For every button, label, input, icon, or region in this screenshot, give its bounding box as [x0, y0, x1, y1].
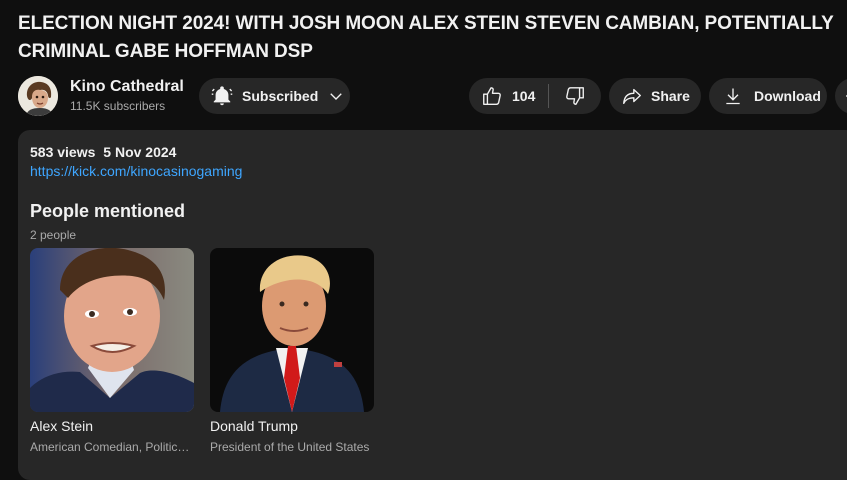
person-card[interactable]: Alex Stein American Comedian, Political … — [30, 248, 194, 454]
owner-row: Kino Cathedral 11.5K subscribers Subscri… — [18, 76, 847, 116]
view-count: 583 views — [30, 144, 96, 160]
person-role: President of the United States — [210, 440, 370, 454]
subscribe-button[interactable]: Subscribed — [199, 78, 350, 114]
download-icon — [723, 86, 743, 106]
person-card[interactable]: Donald Trump President of the United Sta… — [210, 248, 374, 454]
like-dislike-group: 104 — [469, 78, 601, 114]
view-date-line: 583 views 5 Nov 2024 — [30, 144, 176, 160]
person-name: Alex Stein — [30, 418, 94, 434]
person-photo — [30, 248, 194, 412]
channel-name[interactable]: Kino Cathedral — [70, 78, 184, 96]
person-photo — [210, 248, 374, 412]
dislike-button[interactable] — [549, 78, 601, 114]
like-button[interactable]: 104 — [469, 78, 548, 114]
share-button[interactable]: Share — [609, 78, 701, 114]
upload-date: 5 Nov 2024 — [103, 144, 177, 160]
bell-ringing-icon — [211, 85, 233, 107]
share-label: Share — [651, 88, 690, 104]
description-link[interactable]: https://kick.com/kinocasinogaming — [30, 163, 242, 179]
download-label: Download — [754, 88, 821, 104]
video-title: ELECTION NIGHT 2024! WITH JOSH MOON ALEX… — [18, 13, 834, 62]
thumbs-down-icon — [564, 85, 586, 107]
thumbs-up-icon — [481, 85, 503, 107]
share-arrow-icon — [621, 85, 643, 107]
channel-avatar[interactable] — [18, 76, 58, 116]
person-role: American Comedian, Political Commentator — [30, 440, 192, 454]
person-name: Donald Trump — [210, 418, 298, 434]
avatar-illustration — [18, 76, 58, 116]
people-count: 2 people — [30, 228, 77, 242]
chevron-down-icon — [327, 87, 345, 105]
description-panel[interactable]: 583 views 5 Nov 2024 https://kick.com/ki… — [18, 130, 847, 480]
like-count: 104 — [512, 88, 536, 104]
more-actions-button[interactable] — [835, 78, 847, 114]
download-button[interactable]: Download — [709, 78, 827, 114]
people-mentioned-heading: People mentioned — [30, 201, 186, 221]
subscribe-label: Subscribed — [242, 88, 319, 104]
subscriber-count: 11.5K subscribers — [70, 99, 166, 113]
